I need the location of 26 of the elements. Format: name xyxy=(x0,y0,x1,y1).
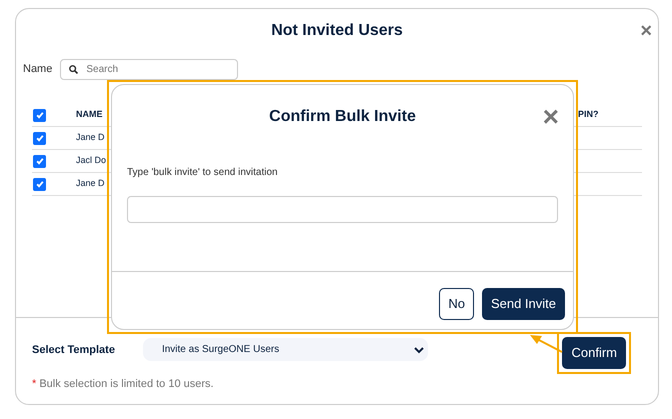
caret-icon xyxy=(414,346,424,354)
table-cell-text: Jacl Do xyxy=(76,154,106,168)
checkbox[interactable] xyxy=(33,178,46,190)
table-cell-text: Jane D xyxy=(76,131,105,144)
search-icon xyxy=(69,65,78,74)
checkbox[interactable] xyxy=(33,108,46,122)
input-field[interactable] xyxy=(127,196,558,223)
no-button[interactable]: No xyxy=(439,288,474,320)
template-label: Select Template xyxy=(32,342,115,358)
name-label: Name xyxy=(23,62,52,78)
send-invite-button[interactable]: Send Invite xyxy=(482,288,565,320)
required-mark: * xyxy=(32,378,36,390)
column-header: NAME xyxy=(76,108,102,122)
checkbox[interactable] xyxy=(33,132,46,144)
confirm-button[interactable]: Confirm xyxy=(562,337,626,368)
search-field[interactable]: Search xyxy=(60,59,238,80)
modal-title: Not Invited Users xyxy=(271,21,403,41)
checkbox[interactable] xyxy=(33,154,46,168)
note-text: Bulk selection is limited to 10 users. xyxy=(39,378,214,390)
template-select[interactable]: Invite as SurgeONE Users xyxy=(142,338,428,362)
table-cell-text: Jane D xyxy=(76,177,105,190)
close-button[interactable]: × xyxy=(542,103,559,131)
close-button[interactable]: × xyxy=(640,21,652,41)
dialog-title: Confirm Bulk Invite xyxy=(269,107,416,127)
column-header: PIN? xyxy=(578,108,600,122)
prompt-text: Type 'bulk invite' to send invitation xyxy=(127,166,279,180)
